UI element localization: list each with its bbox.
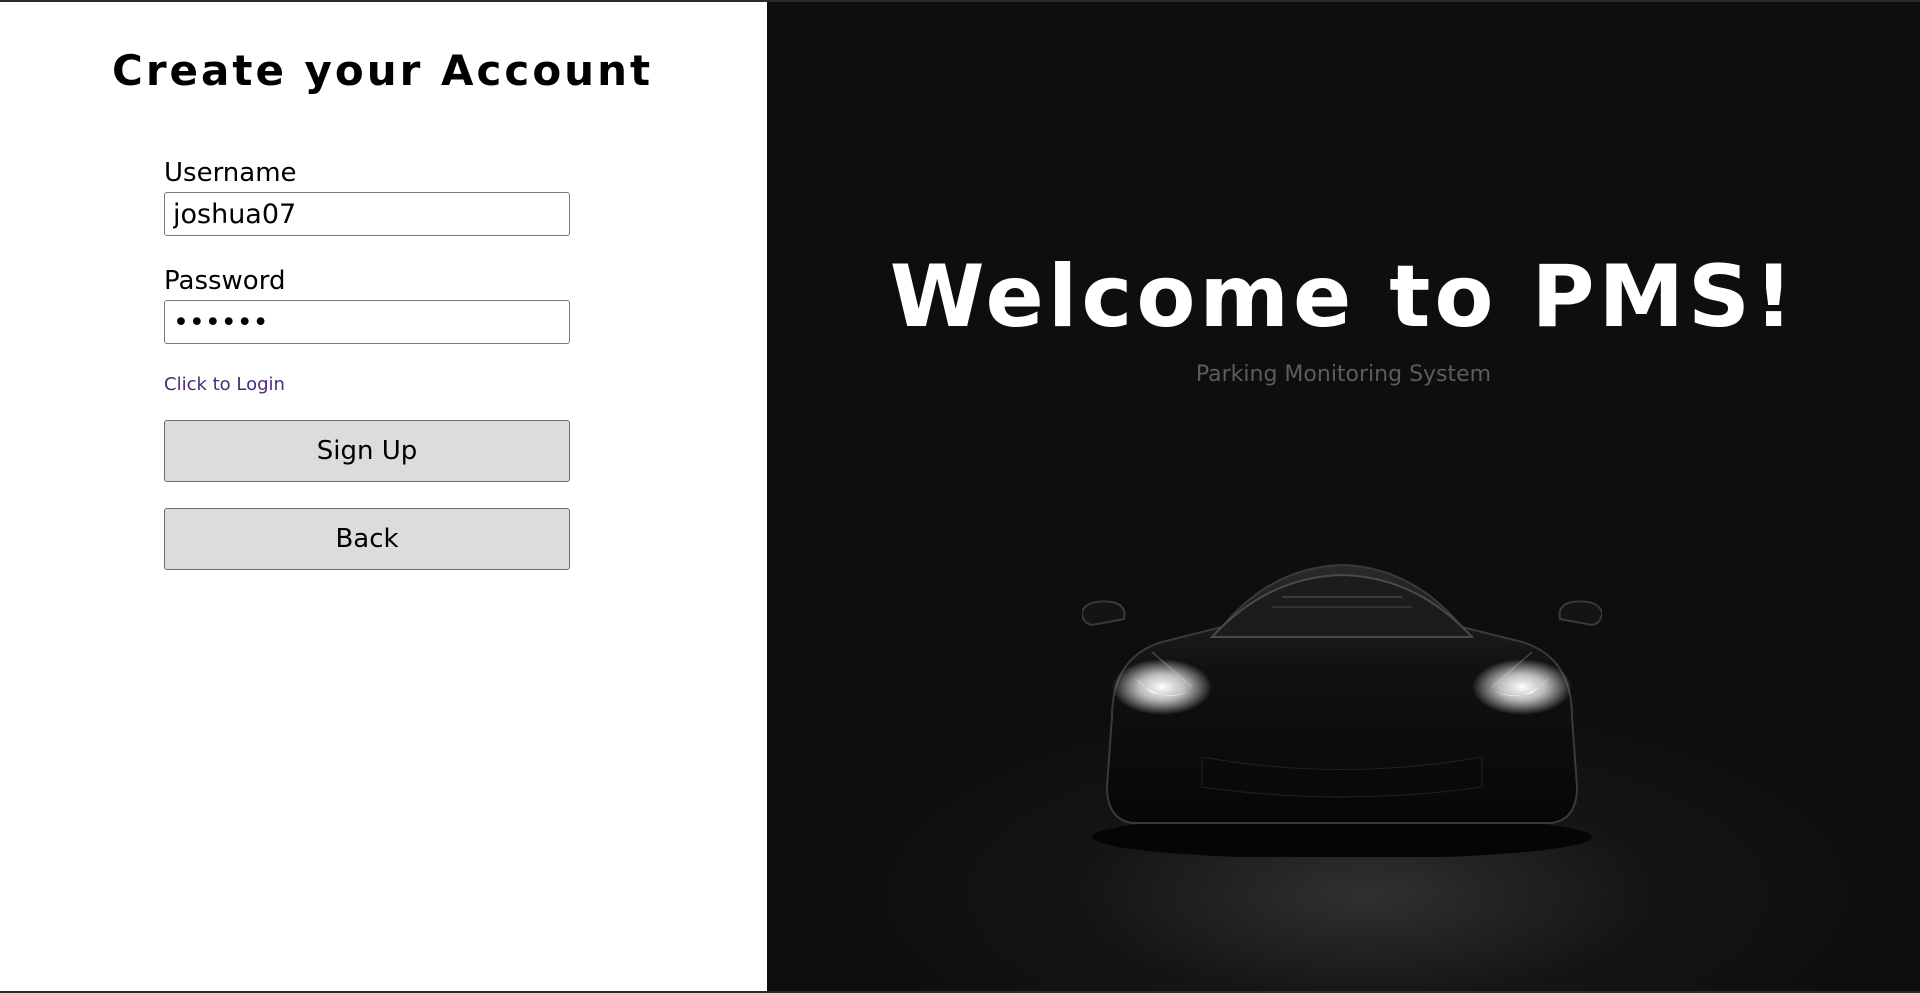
welcome-title: Welcome to PMS! [889, 247, 1798, 347]
welcome-panel: Welcome to PMS! Parking Monitoring Syste… [767, 2, 1920, 991]
username-label: Username [164, 158, 297, 188]
welcome-subtitle: Parking Monitoring System [1195, 362, 1492, 387]
login-link[interactable]: Click to Login [164, 374, 285, 395]
password-label: Password [164, 266, 286, 296]
signup-panel: Create your Account Username Password Cl… [0, 2, 767, 991]
page-title: Create your Account [112, 46, 654, 95]
username-field[interactable] [164, 192, 570, 236]
car-silhouette-icon [1082, 563, 1602, 857]
password-field[interactable] [164, 300, 570, 344]
sign-up-button[interactable]: Sign Up [164, 420, 570, 482]
back-button[interactable]: Back [164, 508, 570, 570]
